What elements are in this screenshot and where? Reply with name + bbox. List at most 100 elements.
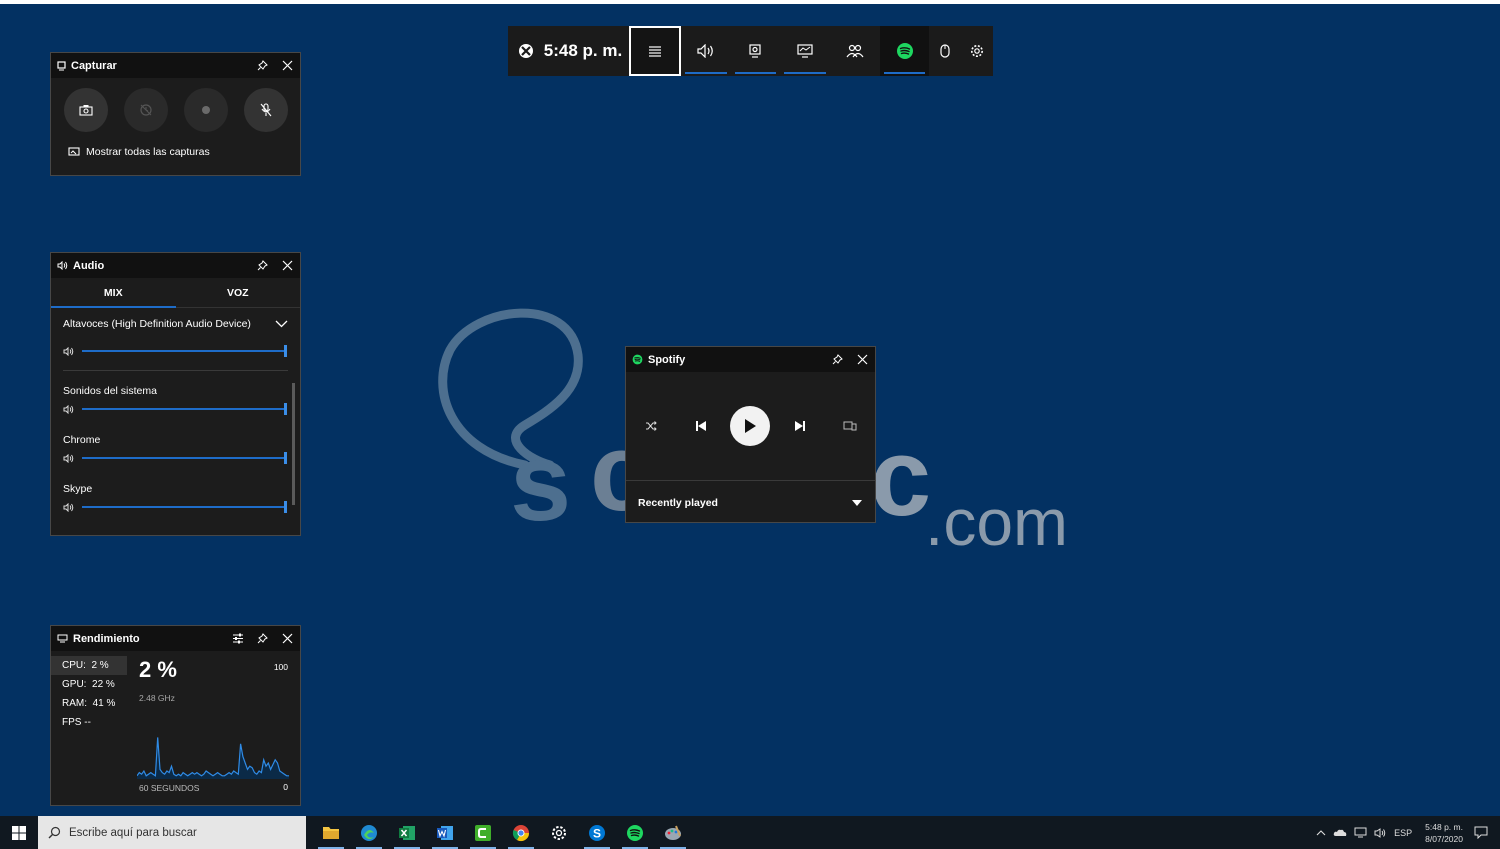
word-app[interactable] (426, 816, 464, 849)
spotify-widget-title: Spotify (648, 353, 686, 366)
volume-icon (63, 453, 74, 463)
skype-app[interactable]: S (578, 816, 616, 849)
performance-button[interactable] (780, 26, 830, 76)
previous-button[interactable] (676, 420, 726, 432)
shuffle-button[interactable] (626, 421, 676, 431)
list-icon (649, 46, 662, 57)
pin-button[interactable] (825, 347, 850, 372)
edge-app[interactable] (350, 816, 388, 849)
capture-button[interactable] (731, 26, 781, 76)
network-icon[interactable] (1354, 827, 1367, 838)
skype-volume-slider[interactable] (51, 497, 300, 517)
close-button[interactable] (275, 253, 300, 278)
play-button[interactable] (726, 406, 776, 446)
caret-down-icon (852, 499, 862, 506)
pin-icon (832, 354, 843, 365)
folder-icon (323, 827, 339, 839)
system-sounds-volume-slider[interactable] (51, 399, 300, 419)
game-bar: 5:48 p. m. (508, 26, 993, 76)
onedrive-icon[interactable] (1333, 828, 1347, 837)
slider-thumb[interactable] (284, 345, 287, 357)
audio-button[interactable] (681, 26, 731, 76)
spotify-widget-header[interactable]: Spotify (626, 347, 875, 372)
app-label-system-sounds: Sonidos del sistema (63, 385, 157, 397)
settings-app[interactable] (540, 816, 578, 849)
devices-button[interactable] (825, 421, 875, 431)
palette-icon (665, 825, 681, 840)
capture-icon (57, 60, 66, 70)
graph-max-label: 100 (273, 662, 288, 672)
audio-widget-header[interactable]: Audio (51, 253, 300, 278)
file-explorer-app[interactable] (312, 816, 350, 849)
show-all-captures-link[interactable]: Mostrar todas las capturas (51, 132, 300, 158)
action-center-button[interactable] (1470, 822, 1492, 844)
metric-gpu[interactable]: GPU: 22 % (51, 675, 127, 694)
speaker-icon (697, 44, 713, 58)
camtasia-app[interactable] (464, 816, 502, 849)
record-button[interactable] (184, 88, 228, 132)
audio-widget: Audio MIX VOZ Altavoces (High Definition… (50, 252, 301, 536)
slider-thumb[interactable] (284, 452, 287, 464)
taskbar: Escribe aquí para buscar S ESP 5:48 p. m… (0, 816, 1500, 849)
recently-played-dropdown[interactable]: Recently played (626, 480, 875, 524)
record-last-button[interactable] (124, 88, 168, 132)
slider-thumb[interactable] (284, 501, 287, 513)
excel-icon (399, 825, 415, 840)
metric-cpu[interactable]: CPU: 2 % (51, 656, 127, 675)
close-icon (282, 633, 293, 644)
tab-mix[interactable]: MIX (51, 278, 176, 308)
people-icon (846, 44, 864, 58)
chrome-icon (512, 824, 530, 841)
performance-widget-header[interactable]: Rendimiento (51, 626, 300, 651)
previous-icon (695, 421, 706, 431)
close-button[interactable] (275, 53, 300, 78)
capture-widget-header[interactable]: Capturar (51, 53, 300, 78)
svg-text:c: c (870, 416, 931, 539)
pin-button[interactable] (250, 253, 275, 278)
xbox-icon[interactable] (508, 26, 544, 76)
spotify-app[interactable] (616, 816, 654, 849)
metric-fps[interactable]: FPS -- (51, 713, 127, 732)
start-button[interactable] (0, 816, 38, 849)
app-label-skype: Skype (63, 483, 93, 495)
tab-voz[interactable]: VOZ (176, 278, 301, 307)
next-button[interactable] (775, 420, 825, 432)
mouse-button[interactable] (929, 26, 961, 76)
metric-ram[interactable]: RAM: 41 % (51, 694, 127, 713)
excel-app[interactable] (388, 816, 426, 849)
chevron-up-icon[interactable] (1316, 829, 1326, 836)
skype-icon: S (589, 824, 605, 841)
spotify-button[interactable] (879, 26, 930, 76)
taskbar-clock[interactable]: 5:48 p. m. 8/07/2020 (1425, 821, 1463, 845)
widget-menu-button[interactable] (629, 26, 681, 76)
chrome-volume-slider[interactable] (51, 448, 300, 468)
play-icon (745, 419, 757, 433)
language-indicator[interactable]: ESP (1394, 828, 1412, 838)
options-button[interactable] (225, 626, 250, 651)
device-volume-slider[interactable] (51, 341, 300, 361)
app-label-chrome: Chrome (63, 434, 101, 446)
speaker-icon[interactable] (1374, 827, 1387, 838)
chevron-down-icon (275, 320, 288, 328)
close-button[interactable] (850, 347, 875, 372)
audio-scrollbar[interactable] (292, 383, 295, 505)
slider-thumb[interactable] (284, 403, 287, 415)
show-all-captures-label: Mostrar todas las capturas (86, 146, 210, 158)
monitor-icon (57, 634, 68, 643)
chrome-app[interactable] (502, 816, 540, 849)
social-button[interactable] (830, 26, 880, 76)
close-button[interactable] (275, 626, 300, 651)
volume-icon (63, 502, 74, 512)
screenshot-button[interactable] (64, 88, 108, 132)
output-device-select[interactable]: Altavoces (High Definition Audio Device) (51, 308, 300, 330)
audio-widget-title: Audio (73, 259, 105, 272)
record-last-icon (140, 104, 152, 116)
mic-toggle-button[interactable] (244, 88, 288, 132)
search-placeholder: Escribe aquí para buscar (69, 826, 197, 839)
spotify-icon (627, 824, 643, 841)
settings-button[interactable] (961, 26, 993, 76)
pin-button[interactable] (250, 626, 275, 651)
pin-button[interactable] (250, 53, 275, 78)
paint-app[interactable] (654, 816, 692, 849)
taskbar-search-box[interactable]: Escribe aquí para buscar (38, 816, 306, 849)
